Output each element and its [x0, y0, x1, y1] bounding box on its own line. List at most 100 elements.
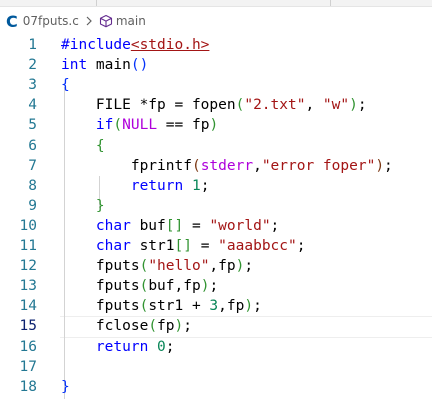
code-token: char — [61, 217, 131, 234]
code-text[interactable]: } — [61, 376, 70, 398]
cube-icon — [99, 14, 112, 28]
code-line[interactable]: 11 char str1[] = "aaabbcc"; — [0, 235, 432, 257]
line-number: 3 — [28, 77, 37, 94]
code-token: fclose — [61, 318, 149, 335]
code-line[interactable]: 13 fputs(buf,fp); — [0, 275, 432, 297]
code-line[interactable]: 5 if(NULL == fp) — [0, 114, 432, 136]
code-token: buf,fp — [148, 278, 201, 295]
code-token: ; — [270, 217, 280, 234]
code-text[interactable]: fclose(fp); — [61, 315, 192, 337]
code-token: ,fp — [209, 258, 236, 275]
code-text[interactable]: char str1[] = "aaabbcc"; — [61, 235, 306, 257]
line-number: 9 — [28, 197, 37, 214]
code-line[interactable]: 14 fputs(str1 + 3,fp); — [0, 295, 432, 317]
code-line[interactable]: 6 { — [0, 135, 432, 157]
code-token: "world" — [209, 217, 271, 234]
code-editor[interactable]: 1 #include<stdio.h> 2 int main() 3{4 FILE *f… — [0, 32, 432, 416]
tab-separator — [96, 0, 97, 6]
code-token: fp — [157, 318, 175, 335]
breadcrumb: C 07fputs.c main — [0, 10, 432, 32]
line-number: 13 — [19, 278, 37, 295]
line-number: 10 — [19, 217, 37, 234]
code-line[interactable]: 4 FILE *fp = fopen("2.txt", "w"); — [0, 94, 432, 116]
code-text[interactable]: #include<stdio.h> — [61, 34, 209, 56]
tab-bar-strip — [0, 0, 432, 7]
code-token: FILE *fp = fopen — [61, 97, 236, 114]
code-token: [] — [174, 238, 192, 254]
line-number: 18 — [19, 378, 37, 395]
code-text[interactable]: return 1; — [61, 175, 210, 197]
code-token: ; — [296, 238, 306, 254]
code-text[interactable]: return 0; — [61, 336, 175, 358]
code-line[interactable]: 3{ — [0, 74, 432, 96]
code-text[interactable]: fputs("hello",fp); — [61, 255, 253, 277]
line-number: 7 — [28, 157, 37, 174]
code-text[interactable]: { — [61, 135, 105, 157]
code-token: = — [183, 217, 210, 234]
code-token: } — [61, 378, 70, 395]
code-text[interactable]: fputs(str1 + 3,fp); — [61, 295, 262, 317]
code-text[interactable]: { — [61, 74, 70, 96]
code-token: ( — [139, 258, 149, 275]
breadcrumb-file[interactable]: 07fputs.c — [23, 14, 79, 28]
code-token: 3 — [209, 298, 219, 315]
code-token: } — [61, 197, 105, 214]
code-token: { — [61, 77, 70, 94]
code-text[interactable]: FILE *fp = fopen("2.txt", "w"); — [61, 94, 367, 116]
code-token: fprintf — [61, 157, 192, 174]
code-line[interactable]: 18} — [0, 376, 432, 398]
line-number: 11 — [19, 238, 37, 254]
code-text[interactable]: char buf[] = "world"; — [61, 215, 279, 237]
code-line[interactable]: 15 fclose(fp); — [0, 315, 432, 337]
code-line[interactable]: 16 return 0; — [0, 336, 432, 358]
code-line[interactable]: 1 #include<stdio.h> — [0, 34, 432, 56]
code-token: "aaabbcc" — [218, 238, 297, 254]
code-token: == fp — [157, 117, 210, 134]
code-token: ; — [165, 338, 175, 355]
code-token: main — [87, 57, 131, 74]
line-number: 2 — [28, 57, 37, 74]
code-token: ; — [209, 278, 219, 295]
code-token: ( — [191, 157, 201, 174]
code-line[interactable]: 10 char buf[] = "world"; — [0, 215, 432, 237]
code-token: { — [61, 137, 105, 154]
code-line[interactable]: 8 return 1; — [0, 175, 432, 197]
line-number: 5 — [28, 117, 37, 134]
code-token: ; — [183, 318, 192, 335]
code-line[interactable]: 9 } — [0, 195, 432, 217]
code-token: <stdio.h> — [130, 37, 210, 53]
code-token: ; — [384, 157, 393, 174]
c-language-icon: C — [6, 11, 18, 31]
code-token: #include — [61, 37, 131, 53]
code-text[interactable]: int main() — [61, 54, 148, 76]
code-text[interactable]: fputs(buf,fp); — [61, 275, 218, 297]
code-token: buf — [130, 217, 166, 234]
breadcrumb-symbol[interactable]: main — [116, 14, 146, 28]
code-line[interactable]: 7 fprintf(stderr,"error foper"); — [0, 155, 432, 177]
code-text[interactable]: fprintf(stderr,"error foper"); — [61, 155, 393, 177]
code-token: fputs — [61, 298, 140, 315]
code-token: [] — [165, 217, 184, 234]
code-token: ( — [139, 298, 149, 315]
code-token: str1 + — [148, 298, 210, 315]
code-token: "2.txt" — [244, 97, 306, 114]
code-token: return — [61, 338, 149, 355]
code-line[interactable]: 12 fputs("hello",fp); — [0, 255, 432, 277]
code-token: int — [61, 57, 88, 74]
code-token: if — [61, 117, 114, 134]
code-token: NULL — [122, 117, 158, 134]
line-number: 6 — [28, 137, 37, 154]
code-text[interactable]: } — [61, 195, 105, 217]
code-token: "hello" — [148, 258, 210, 275]
code-token: ( — [139, 278, 149, 295]
code-token: ) — [174, 318, 184, 335]
code-line[interactable]: 17 — [0, 356, 432, 378]
code-token: char — [61, 238, 131, 254]
code-line[interactable]: 2 int main() — [0, 54, 432, 76]
code-text[interactable]: if(NULL == fp) — [61, 114, 218, 136]
code-token: , — [305, 97, 323, 114]
line-number: 1 — [28, 37, 37, 53]
code-token: , — [253, 157, 262, 174]
line-number: 4 — [28, 97, 37, 114]
